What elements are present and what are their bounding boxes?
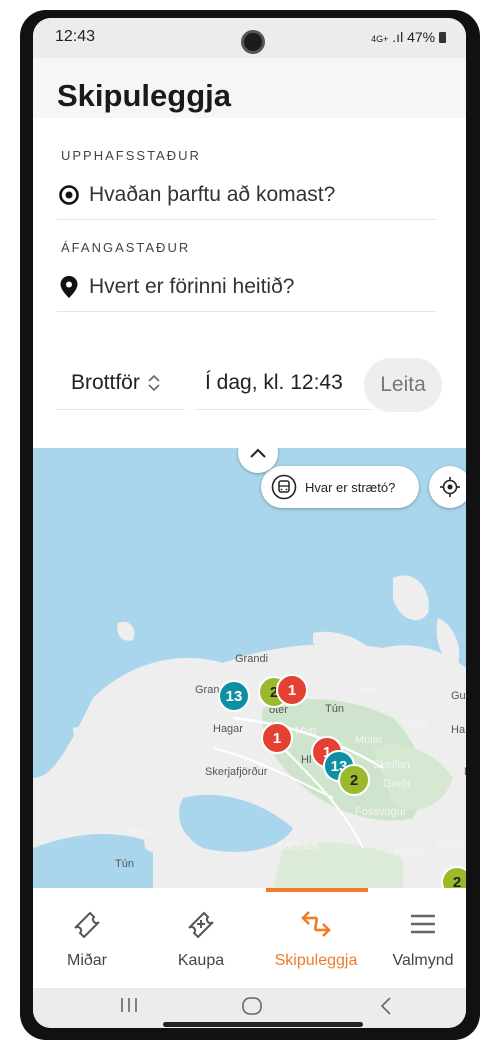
map-label-mular: Múlar (355, 734, 383, 746)
tab-kaupa[interactable]: Kaupa (151, 906, 251, 970)
active-tab-indicator (266, 888, 368, 892)
map-label-skeifan: Skeifan (373, 759, 410, 771)
destination-placeholder: Hvert er förinni heitið? (89, 274, 295, 298)
origin-placeholder: Hvaðan þarftu að komast? (89, 182, 336, 206)
network-label: 4G+ (371, 34, 389, 44)
where-is-bus-label: Hvar er strætó? (305, 479, 396, 495)
map-marker[interactable]: 1 (261, 722, 293, 754)
tab-label: Miðar (66, 952, 107, 969)
menu-icon (405, 906, 441, 942)
map-label-laekir: Lækir (355, 684, 383, 696)
back-button[interactable] (379, 996, 393, 1022)
destination-label: ÁFANGASTAÐUR (61, 240, 191, 255)
date-time-picker[interactable]: Í dag, kl. 12:43 (195, 356, 371, 410)
map-marker[interactable]: 13 (218, 680, 250, 712)
route-arrows-icon (298, 906, 334, 942)
map-label-tun-2: Tún (115, 858, 134, 870)
home-button[interactable] (241, 996, 263, 1022)
crosshair-icon (440, 477, 460, 497)
system-nav-bar (33, 988, 466, 1028)
map-label-gran: Gran (195, 684, 220, 696)
signal-icon: .ıl (392, 29, 404, 45)
map-label-grandi: Grandi (235, 653, 269, 665)
ticket-icon (69, 906, 105, 942)
trip-options: Brottför Í dag, kl. 12:43 Leita (57, 346, 442, 416)
destination-field[interactable]: Hvert er förinni heitið? (57, 262, 436, 312)
map-label-fossvogur: Fossvogur (355, 806, 407, 818)
status-indicators: 4G+ .ıl 47% (371, 29, 446, 45)
battery-icon (439, 32, 446, 43)
tab-midar[interactable]: Miðar (37, 906, 137, 970)
up-down-chevron-icon (146, 373, 162, 393)
battery-level: 47% (407, 29, 436, 45)
tab-skipuleggja[interactable]: Skipuleggja (266, 906, 366, 970)
origin-label: UPPHAFSSTAÐUR (61, 148, 201, 163)
app-screen: 12:43 4G+ .ıl 47% Skipuleggja UPPHAFSSTA… (33, 18, 466, 1028)
map-marker[interactable]: 1 (276, 674, 308, 706)
map-marker[interactable]: 2 (338, 764, 370, 796)
search-button[interactable]: Leita (364, 358, 442, 412)
page-title: Skipuleggja (57, 78, 231, 113)
map-label-gu: Gu (451, 690, 466, 702)
camera-cutout (241, 30, 265, 54)
map-label-tun: Tún (325, 703, 344, 715)
bus-icon (271, 474, 297, 500)
origin-field[interactable]: Hvaðan þarftu að komast? (57, 170, 436, 220)
map-label-sund: Sund (401, 718, 427, 730)
map-land (33, 575, 466, 888)
map-label-gerdi: Gerði (383, 778, 410, 790)
status-time: 12:43 (55, 28, 96, 45)
map-label-mi: Mi (464, 766, 466, 778)
map-label-myri: Mýri (295, 725, 316, 737)
tab-valmynd[interactable]: Valmynd (373, 906, 466, 970)
recent-apps-button[interactable] (119, 996, 139, 1020)
map-label-stigar: Stigar (126, 826, 155, 838)
map-label-hagar: Hagar (213, 723, 243, 735)
recent-apps-icon (121, 998, 137, 1012)
back-icon (380, 997, 391, 1015)
map-label-hjallar: Hjallar (395, 846, 427, 858)
target-icon (57, 183, 81, 207)
where-is-bus-button[interactable]: Hvar er strætó? (261, 466, 419, 508)
ticket-add-icon (183, 906, 219, 942)
time-mode-value: Brottför (71, 370, 140, 394)
status-bar: 12:43 4G+ .ıl 47% (33, 18, 466, 58)
location-pin-icon (57, 275, 81, 299)
bottom-tab-bar: Miðar Kaupa Skipuleggja Valmynd (33, 888, 466, 988)
map-label-skerjafjordur: Skerjafjörður (205, 766, 268, 778)
tab-label: Skipuleggja (274, 952, 358, 969)
time-mode-select[interactable]: Brottför (57, 356, 185, 410)
home-icon (242, 997, 262, 1015)
trip-planner-form: UPPHAFSSTAÐUR Hvaðan þarftu að komast? Á… (33, 118, 466, 448)
my-location-button[interactable] (429, 466, 466, 508)
tab-label: Valmynd (392, 952, 454, 969)
map-label-hl: Hl (301, 754, 312, 766)
map-label-stekkir: Stekkir (437, 838, 466, 850)
tab-label: Kaupa (177, 952, 225, 969)
map-view[interactable]: Grandi Gran Hagar Tún Lækir Sund Múlar S… (33, 448, 466, 888)
map-label-ha: Ha (451, 724, 466, 736)
map-label-karsnes: Kársnes (277, 840, 318, 852)
chevron-up-icon (250, 448, 266, 458)
home-indicator (163, 1022, 363, 1027)
